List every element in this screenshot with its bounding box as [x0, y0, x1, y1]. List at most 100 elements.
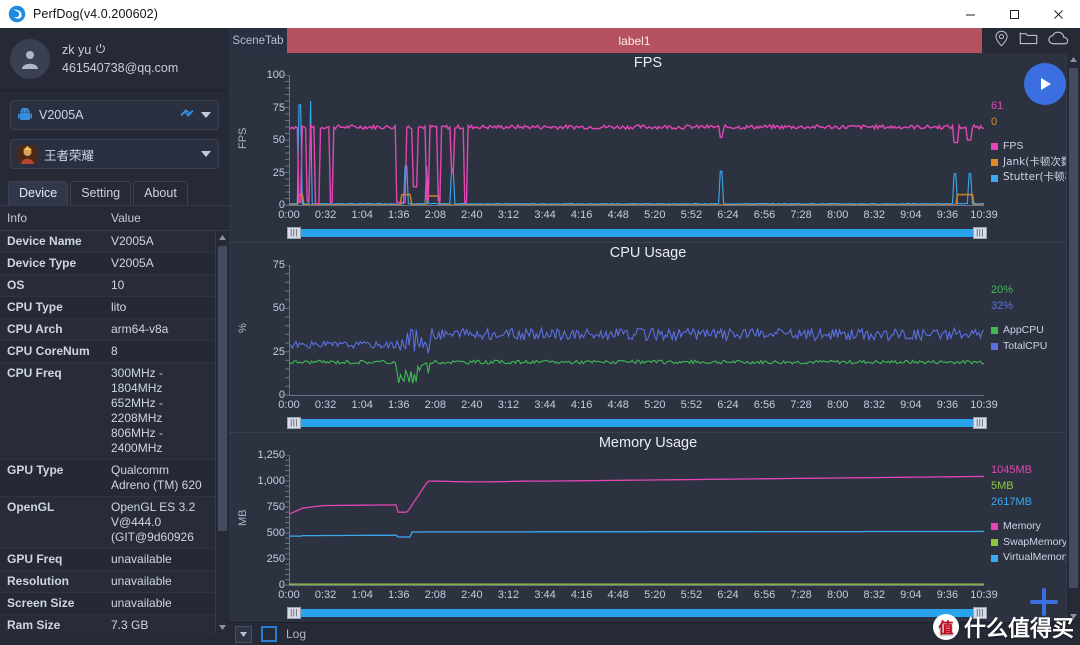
x-tick-label: 4:16	[570, 399, 593, 411]
table-cell-info: Ram Size	[7, 618, 61, 632]
x-tick-label: 4:16	[570, 209, 593, 221]
close-button[interactable]	[1036, 0, 1080, 28]
x-axis-line	[289, 585, 984, 586]
table-cell-info: Resolution	[7, 574, 69, 588]
table-row[interactable]: GPU Type Qualcomm Adreno (TM) 620	[0, 460, 229, 497]
info-table-scrollbar[interactable]	[215, 231, 229, 634]
x-tick-label: 6:56	[753, 209, 776, 221]
x-tick-label: 8:00	[826, 589, 849, 601]
table-row[interactable]: OS 10	[0, 275, 229, 297]
x-tick-label: 2:08	[424, 589, 447, 601]
tab-about[interactable]: About	[133, 181, 188, 205]
folder-icon[interactable]	[1019, 30, 1038, 51]
scrollbar-thumb[interactable]	[218, 246, 227, 531]
timeline-slider[interactable]: ||| |||	[287, 417, 987, 429]
x-tick-label: 5:52	[680, 209, 703, 221]
legend-swatch	[991, 159, 998, 166]
power-icon[interactable]	[95, 41, 106, 59]
x-tick-label: 4:48	[607, 589, 629, 601]
device-select-chevron-down-icon[interactable]	[201, 112, 211, 118]
x-tick-label: 0:32	[314, 209, 337, 221]
app-select-chevron-down-icon[interactable]	[201, 151, 211, 157]
table-cell-value: lito	[111, 300, 127, 314]
location-pin-icon[interactable]	[993, 30, 1010, 52]
device-select[interactable]: V2005A	[10, 100, 219, 130]
timeline-slider[interactable]: ||| |||	[287, 607, 987, 619]
table-cell-info: CPU Freq	[7, 366, 62, 380]
slider-handle-left[interactable]: |||	[287, 607, 301, 619]
table-row[interactable]: Resolution unavailable	[0, 571, 229, 593]
main-panel-scrollbar[interactable]	[1066, 53, 1080, 623]
column-header-value: Value	[111, 211, 141, 225]
column-header-info: Info	[7, 211, 28, 225]
table-row[interactable]: Ram Size 7.3 GB	[0, 615, 229, 634]
x-tick-label: 9:36	[936, 209, 959, 221]
table-cell-value: unavailable	[111, 552, 172, 566]
slider-handle-right[interactable]: |||	[973, 417, 987, 429]
scroll-down-arrow-icon[interactable]	[216, 621, 229, 634]
x-tick-label: 9:04	[900, 589, 922, 601]
app-select[interactable]: 王者荣耀	[10, 139, 219, 169]
x-tick-label: 5:52	[680, 399, 703, 411]
x-tick-label: 1:36	[388, 209, 410, 221]
user-text: zk yu 461540738@qq.com	[62, 41, 178, 77]
table-row[interactable]: CPU Freq 300MHz - 1804MHz 652MHz - 2208MH…	[0, 363, 229, 460]
timeline-slider[interactable]: ||| |||	[287, 227, 987, 239]
legend-swatch	[991, 143, 998, 151]
x-tick-label: 0:00	[278, 589, 300, 601]
user-email: 461540738@qq.com	[62, 61, 179, 75]
cloud-icon[interactable]	[1048, 31, 1069, 51]
scene-label[interactable]: label1	[287, 28, 982, 53]
x-tick-label: 6:24	[717, 589, 739, 601]
scroll-up-arrow-icon[interactable]	[1067, 53, 1080, 66]
x-tick-label: 8:00	[826, 209, 849, 221]
user-name-row: zk yu	[62, 41, 178, 59]
x-tick-label: 3:12	[497, 589, 520, 601]
start-record-button[interactable]	[1024, 63, 1066, 105]
maximize-button[interactable]	[992, 0, 1036, 28]
x-tick-label: 9:04	[900, 399, 922, 411]
main-panel: SceneTab label1 FPS FPS 0 25 50 75 100 0:00 0:32…	[229, 28, 1080, 645]
info-table-header: Info Value	[0, 205, 229, 231]
table-row[interactable]: OpenGL OpenGL ES 3.2 V@444.0 (GIT@9d60926	[0, 497, 229, 549]
scene-bar: SceneTab label1	[229, 28, 1080, 53]
table-row[interactable]: GPU Freq unavailable	[0, 549, 229, 571]
watermark-badge: 值	[932, 614, 959, 640]
scene-tab[interactable]: SceneTab	[229, 28, 287, 53]
table-row[interactable]: CPU CoreNum 8	[0, 341, 229, 363]
y-tick-label: 1,000	[257, 475, 285, 487]
slider-track[interactable]	[287, 229, 987, 237]
tab-setting[interactable]: Setting	[70, 181, 132, 205]
tab-device[interactable]: Device	[8, 181, 69, 205]
slider-handle-right[interactable]: |||	[973, 227, 987, 239]
x-tick-label: 10:39	[970, 399, 998, 411]
table-row[interactable]: Screen Size unavailable	[0, 593, 229, 615]
chart-title: CPU Usage	[609, 245, 687, 261]
table-row[interactable]: Device Type V2005A	[0, 253, 229, 275]
slider-track[interactable]	[287, 609, 987, 617]
scroll-up-arrow-icon[interactable]	[216, 231, 229, 244]
legend-label: VirtualMemory	[1003, 551, 1071, 564]
minimize-button[interactable]	[948, 0, 992, 28]
log-dropdown-button[interactable]	[235, 625, 252, 643]
x-tick-label: 7:28	[790, 209, 812, 221]
y-tick-label: 1,250	[257, 449, 285, 461]
grip-icon: |||	[290, 608, 298, 617]
top-icon-group	[982, 28, 1080, 53]
slider-handle-left[interactable]: |||	[287, 417, 301, 429]
legend-swatch	[991, 554, 998, 562]
x-tick-label: 2:08	[424, 209, 447, 221]
table-row[interactable]: CPU Type lito	[0, 297, 229, 319]
table-row[interactable]: Device Name V2005A	[0, 231, 229, 253]
usb-link-icon[interactable]	[179, 106, 195, 125]
app-select-value: 王者荣耀	[44, 147, 95, 163]
log-checkbox[interactable]	[261, 626, 277, 642]
title-bar: PerfDog(v4.0.200602)	[0, 0, 1080, 29]
scrollbar-thumb[interactable]	[1069, 68, 1078, 588]
slider-handle-left[interactable]: |||	[287, 227, 301, 239]
slider-track[interactable]	[287, 419, 987, 427]
series-line	[289, 100, 984, 205]
x-tick-label: 3:44	[534, 589, 556, 601]
x-tick-label: 9:36	[936, 589, 959, 601]
table-row[interactable]: CPU Arch arm64-v8a	[0, 319, 229, 341]
